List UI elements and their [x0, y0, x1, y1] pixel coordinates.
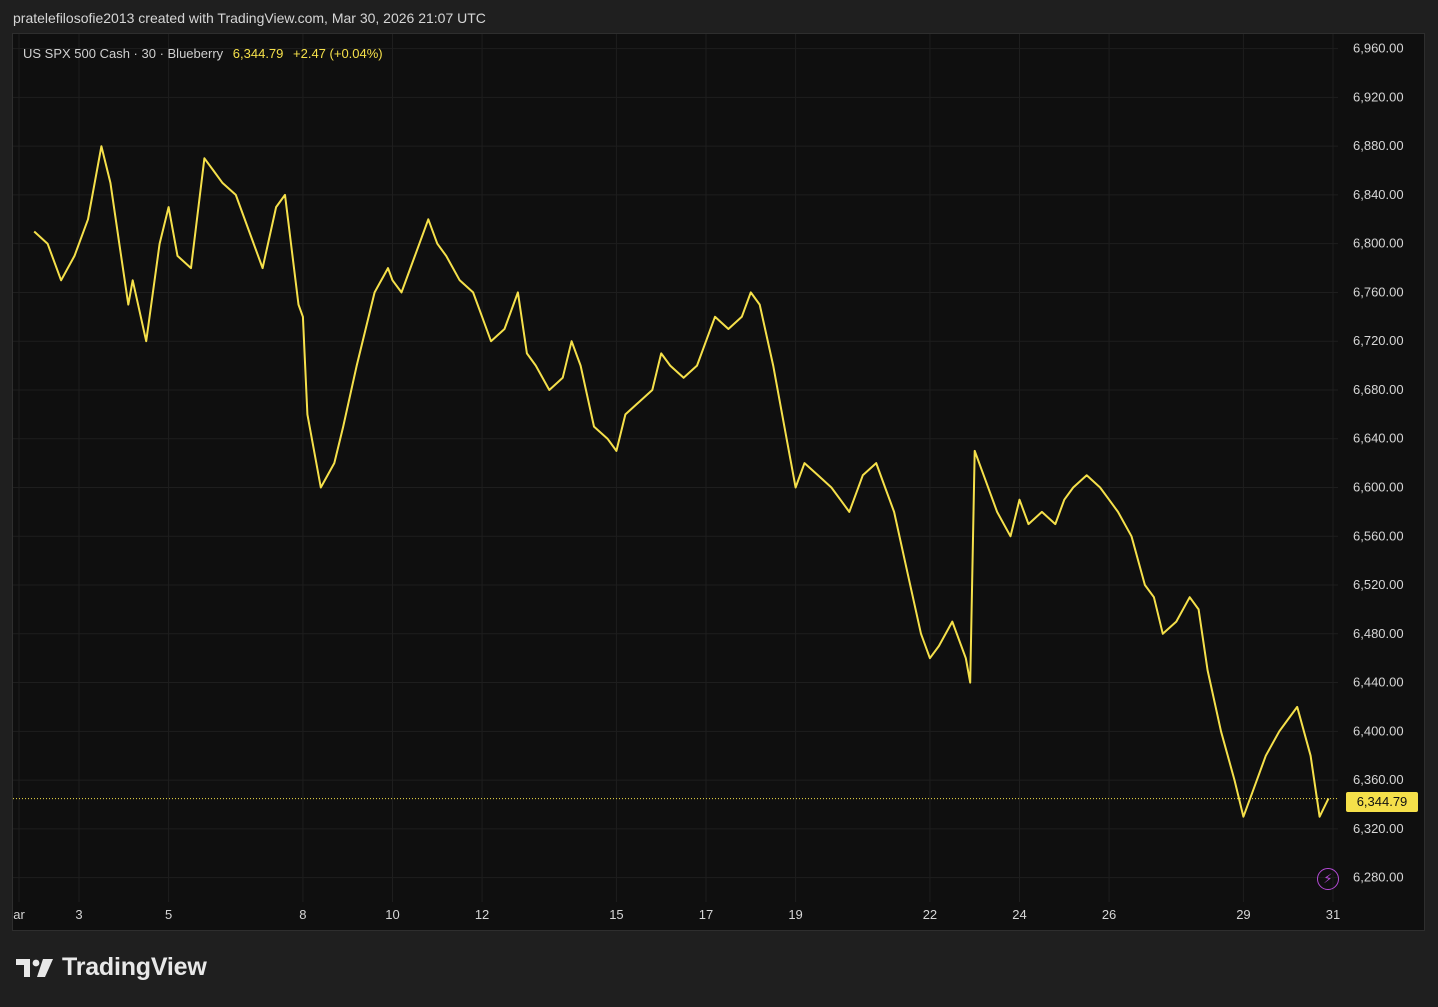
- grid-lines: [13, 34, 1338, 902]
- chart-pane[interactable]: 6,960.00 6,920.00 6,880.00 6,840.00 6,800.00…: [12, 33, 1425, 931]
- tradingview-brand[interactable]: TradingView: [16, 953, 207, 982]
- y-tick-label: 6,560.00: [1353, 528, 1404, 543]
- x-tick-label: 17: [699, 907, 713, 922]
- x-tick-label: 24: [1012, 907, 1026, 922]
- y-tick-label: 6,840.00: [1353, 187, 1404, 202]
- y-tick-label: 6,720.00: [1353, 333, 1404, 348]
- y-tick-label: 6,520.00: [1353, 577, 1404, 592]
- price-change-value: +2.47 (+0.04%): [293, 46, 383, 61]
- x-tick-label: 26: [1102, 907, 1116, 922]
- x-tick-label: ar: [13, 907, 25, 922]
- symbol-legend[interactable]: US SPX 500 Cash · 30 · Blueberry 6,344.7…: [23, 46, 383, 61]
- y-tick-label: 6,760.00: [1353, 284, 1404, 299]
- x-tick-label: 12: [475, 907, 489, 922]
- y-tick-label: 6,480.00: [1353, 626, 1404, 641]
- y-tick-label: 6,440.00: [1353, 675, 1404, 690]
- x-tick-label: 5: [165, 907, 172, 922]
- last-price-tag: 6,344.79: [1346, 792, 1418, 812]
- lightning-bolt-icon[interactable]: ⚡: [1317, 868, 1339, 890]
- series-line: [33, 145, 1330, 818]
- y-tick-label: 6,360.00: [1353, 772, 1404, 787]
- y-tick-label: 6,640.00: [1353, 431, 1404, 446]
- price-chart[interactable]: 6,960.00 6,920.00 6,880.00 6,840.00 6,800.00…: [13, 34, 1426, 932]
- y-tick-label: 6,680.00: [1353, 382, 1404, 397]
- tradingview-logo-icon: [16, 958, 53, 977]
- x-tick-label: 31: [1326, 907, 1340, 922]
- symbol-name: US SPX 500 Cash · 30 · Blueberry: [23, 46, 224, 61]
- y-tick-label: 6,800.00: [1353, 236, 1404, 251]
- y-tick-label: 6,600.00: [1353, 480, 1404, 495]
- y-tick-label: 6,880.00: [1353, 138, 1404, 153]
- x-tick-label: 8: [299, 907, 306, 922]
- y-tick-label: 6,960.00: [1353, 41, 1404, 56]
- y-tick-label: 6,320.00: [1353, 821, 1404, 836]
- x-tick-label: 29: [1236, 907, 1250, 922]
- chart-caption: pratelefilosofie2013 created with Tradin…: [13, 10, 486, 26]
- x-tick-label: 3: [75, 907, 82, 922]
- x-tick-label: 19: [788, 907, 802, 922]
- tradingview-wordmark: TradingView: [62, 953, 207, 981]
- last-price-value: 6,344.79: [232, 46, 284, 61]
- x-tick-label: 15: [609, 907, 623, 922]
- price-axis: 6,960.00 6,920.00 6,880.00 6,840.00 6,800.00…: [1353, 41, 1404, 885]
- x-tick-label: 22: [923, 907, 937, 922]
- y-tick-label: 6,920.00: [1353, 89, 1404, 104]
- x-tick-label: 10: [385, 907, 399, 922]
- time-axis: ar 3 5 8 10 12 15 17 19 22 24 26 29 31: [13, 907, 1340, 922]
- y-tick-label: 6,400.00: [1353, 723, 1404, 738]
- y-tick-label: 6,280.00: [1353, 870, 1404, 885]
